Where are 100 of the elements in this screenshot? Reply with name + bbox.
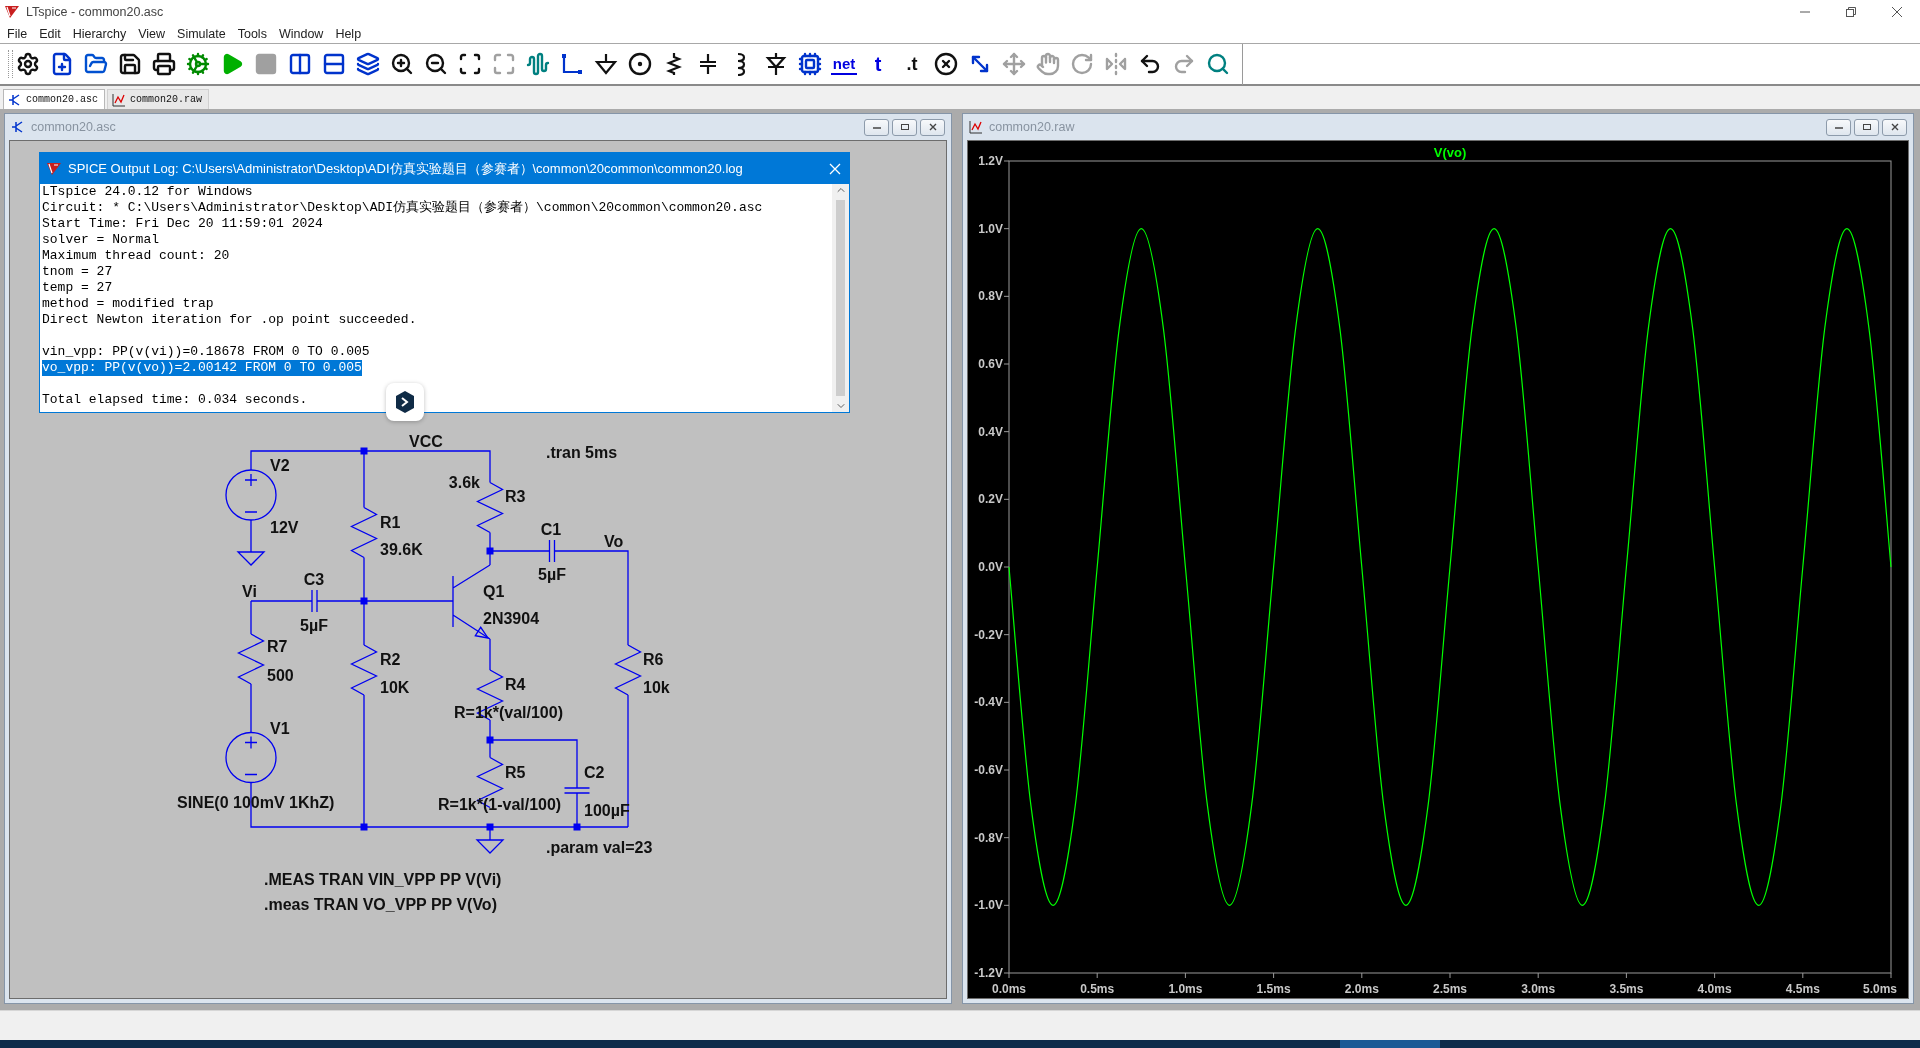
spice-directive: .meas TRAN VO_VPP PP V(Vo) (264, 895, 497, 913)
net-label: Vo (604, 532, 624, 550)
menu-item[interactable]: Help (329, 26, 368, 41)
axis-tick-label: 0.8V (978, 289, 1003, 304)
component-value: 10K (380, 678, 410, 696)
document-tab[interactable]: common20.asc (3, 89, 105, 109)
axis-tick-label: -0.4V (974, 695, 1003, 710)
component-label: R5 (505, 763, 526, 781)
axis-tick-label: 0.6V (978, 357, 1003, 371)
waveform-icon (526, 52, 550, 76)
axis-tick-label: 3.0ms (1521, 982, 1556, 996)
component-label: R6 (643, 650, 664, 668)
axis-tick-label: -1.0V (974, 898, 1003, 913)
zoom-out-icon (424, 52, 448, 76)
axis-tick-label: 4.0ms (1697, 982, 1732, 996)
component-value: 10k (643, 678, 670, 696)
transistor-icon (11, 120, 25, 134)
flip-icon (1104, 52, 1128, 76)
axis-tick-label: -0.2V (974, 627, 1003, 642)
component-label: R1 (380, 513, 401, 531)
net-button[interactable]: net (831, 53, 857, 75)
text-button[interactable]: t (865, 49, 891, 79)
rows-icon (322, 52, 346, 76)
menu-item[interactable]: Window (272, 26, 330, 41)
resistor-symbol (350, 644, 378, 696)
component-value: 5µF (300, 616, 328, 634)
minimize-button[interactable] (1826, 118, 1851, 136)
axis-tick-label: 0.4V (978, 424, 1003, 439)
axis-tick-label: -0.6V (974, 763, 1003, 777)
hexagon-icon (394, 390, 416, 414)
log-line: temp = 27 (42, 280, 113, 296)
menu-item[interactable]: Simulate (171, 26, 232, 41)
chart-icon (112, 92, 126, 107)
search-icon (1206, 52, 1230, 76)
axis-tick-label: 3.5ms (1609, 982, 1644, 996)
dialog-title: SPICE Output Log: C:\Users\Administrator\Desktop\ADI仿真实验题目（参赛者）\common\20common\common20.log (68, 159, 743, 178)
close-icon (927, 123, 938, 131)
restore-icon (1861, 123, 1872, 131)
undo-icon (1138, 52, 1162, 76)
document-tab[interactable]: common20.raw (107, 89, 210, 109)
log-line: Maximum thread count: 20 (42, 248, 230, 264)
component-value: 500 (267, 666, 294, 684)
close-button[interactable] (920, 118, 945, 136)
axis-tick-label: 1.0ms (1168, 982, 1203, 996)
window-title: LTspice - common20.asc (26, 5, 164, 19)
chip-icon (798, 52, 822, 76)
square-icon (254, 52, 278, 76)
menu-item[interactable]: File (1, 26, 34, 41)
chart-icon (969, 120, 983, 134)
component-label: R3 (505, 487, 526, 505)
redo-icon (1172, 52, 1196, 76)
minimize-button[interactable] (864, 118, 889, 136)
trace-label: V(vo) (1433, 144, 1467, 160)
layers-icon (356, 52, 380, 76)
rotate-icon (1070, 52, 1094, 76)
close-icon (829, 162, 841, 175)
axis-tick-label: 0.0V (978, 560, 1003, 574)
component-value: 12V (270, 518, 299, 536)
close-icon (1891, 6, 1903, 18)
floating-action-button[interactable] (386, 383, 424, 421)
transistor-icon (8, 92, 22, 107)
capacitor-symbol (548, 539, 556, 563)
restore-button[interactable] (892, 118, 917, 136)
log-line: Circuit: * C:\Users\Administrator\Desktop\ADI仿真实验题目（参赛者）\common\20common\common20.asc (42, 200, 763, 216)
component-label: V1 (270, 719, 290, 737)
log-line: Total elapsed time: 0.034 seconds. (42, 392, 308, 408)
restore-icon (1845, 6, 1857, 18)
component-label: V2 (270, 456, 290, 474)
component-value: 2N3904 (483, 609, 540, 627)
restore-button[interactable] (1854, 118, 1879, 136)
restore-icon (899, 123, 910, 131)
net-label: VCC (409, 432, 443, 450)
scrollbar[interactable] (832, 184, 849, 412)
spice-directive-button[interactable]: .t (899, 49, 925, 79)
menu-item[interactable]: Tools (231, 26, 273, 41)
file-plus-icon (50, 52, 74, 76)
log-line: tnom = 27 (42, 264, 113, 280)
log-line: Direct Newton iteration for .op point succeeded. (42, 312, 417, 328)
maximize-icon (492, 52, 516, 76)
axis-tick-label: 0.5ms (1080, 982, 1115, 996)
component-label: Q1 (483, 582, 505, 600)
axis-tick-label: 1.2V (978, 154, 1003, 168)
component-value: 39.6K (380, 540, 423, 558)
gear-icon (186, 52, 210, 76)
component-label: C3 (303, 570, 325, 588)
component-label: R2 (380, 650, 401, 668)
menu-item[interactable]: Edit (33, 26, 67, 41)
settings-icon (16, 52, 40, 76)
columns-icon (288, 52, 312, 76)
axis-tick-label: 4.5ms (1785, 982, 1820, 996)
menu-item[interactable]: Hierarchy (66, 26, 133, 41)
window-title: common20.raw (989, 120, 1075, 134)
menu-item[interactable]: View (132, 26, 172, 41)
wire-icon (560, 52, 584, 76)
spice-directive: .tran 5ms (546, 443, 618, 461)
printer-icon (152, 52, 176, 76)
close-icon (1889, 123, 1900, 131)
close-button[interactable] (1882, 118, 1907, 136)
capacitor-symbol (311, 589, 318, 613)
log-line: solver = Normal (42, 232, 160, 248)
